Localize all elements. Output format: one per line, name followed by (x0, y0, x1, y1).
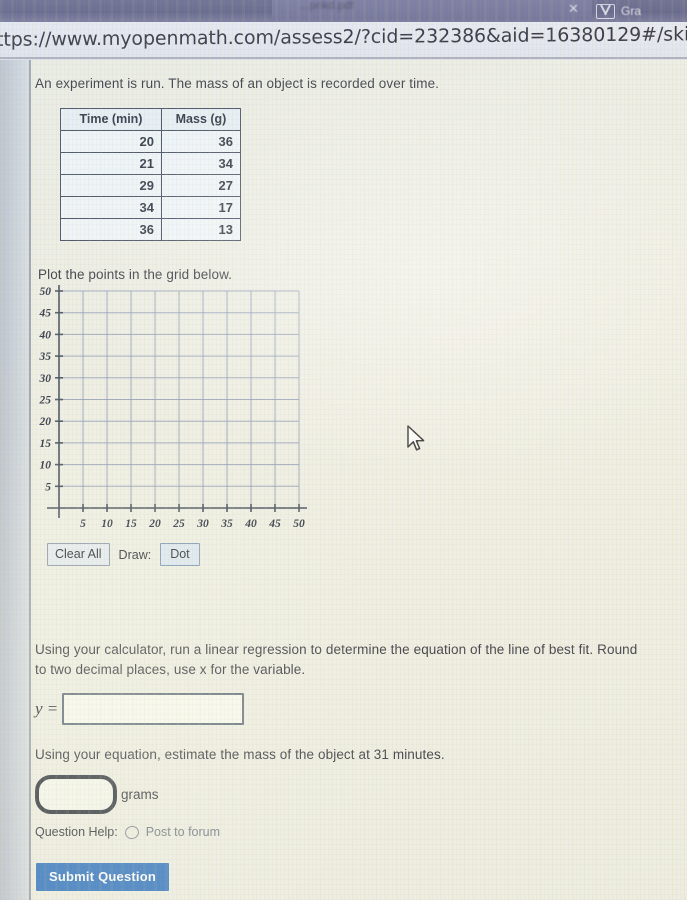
cell-mass: 34 (161, 152, 241, 175)
plot-controls: Clear All Draw: Dot (47, 543, 200, 566)
equation-answer-row: y = (35, 693, 245, 725)
svg-text:25: 25 (39, 395, 52, 407)
plot-grid-svg[interactable]: 5 10 15 20 25 30 35 40 45 50 5 10 15 20 25 30 35 40 45 50 (35, 280, 325, 545)
cell-mass: 13 (161, 218, 241, 241)
cell-time: 34 (60, 196, 162, 219)
svg-text:20: 20 (39, 416, 52, 428)
table-header-row: Time (min) Mass (g) (60, 108, 241, 131)
address-bar[interactable]: ttps://www.myopenmath.com/assess2/?cid=2… (0, 22, 687, 60)
browser-tab-gmail-label: Gra (621, 4, 642, 18)
svg-text:30: 30 (39, 373, 52, 385)
speech-bubble-icon (123, 823, 141, 841)
table-row: 21 34 (60, 152, 241, 175)
svg-text:50: 50 (293, 518, 305, 530)
gmail-icon (596, 3, 615, 19)
table-row: 29 27 (60, 174, 241, 197)
table-row: 34 17 (60, 196, 241, 219)
address-bar-url: ttps://www.myopenmath.com/assess2/?cid=2… (0, 23, 687, 51)
estimate-prompt: Using your equation, estimate the mass o… (35, 747, 445, 762)
data-table: Time (min) Mass (g) 20 36 21 34 29 27 34… (60, 108, 241, 241)
screenshot-root: ...prikd.pdf ✕ Gra ttps://www.myopenmath… (0, 0, 687, 900)
table-row: 36 13 (60, 218, 241, 241)
cell-mass: 27 (161, 174, 241, 197)
table-header-mass: Mass (g) (161, 108, 241, 131)
svg-text:45: 45 (268, 518, 281, 530)
table-row: 20 36 (60, 130, 241, 153)
equation-label: y = (35, 699, 59, 718)
cell-time: 21 (60, 152, 162, 175)
plot-grid[interactable]: 5 10 15 20 25 30 35 40 45 50 5 10 15 20 25 30 35 40 45 50 (35, 280, 325, 545)
question-content: An experiment is run. The mass of an obj… (31, 60, 687, 900)
cell-time: 36 (60, 218, 162, 241)
svg-text:40: 40 (244, 518, 257, 530)
estimate-unit-label: grams (121, 787, 159, 802)
plot-gridlines (59, 290, 300, 508)
page-left-margin (0, 60, 29, 900)
question-help-row: Question Help: Post to forum (35, 823, 220, 841)
svg-text:45: 45 (39, 308, 52, 320)
post-to-forum-link[interactable]: Post to forum (146, 825, 220, 839)
svg-text:35: 35 (220, 518, 233, 530)
table-header-time: Time (min) (60, 108, 162, 131)
browser-tab-title: ...prikd.pdf (300, 0, 354, 12)
svg-text:25: 25 (172, 518, 185, 530)
close-icon[interactable]: ✕ (568, 1, 579, 17)
svg-text:50: 50 (40, 286, 52, 298)
regression-prompt-line2: to two decimal places, use x for the var… (35, 662, 306, 677)
plot-axes (47, 285, 307, 518)
cell-time: 29 (60, 174, 162, 197)
address-bar-divider (0, 57, 687, 59)
cell-mass: 36 (161, 130, 241, 153)
svg-text:5: 5 (80, 518, 86, 530)
regression-prompt-line1: Using your calculator, run a linear regr… (35, 642, 638, 657)
estimate-answer-row: grams (35, 775, 159, 814)
estimate-input[interactable] (35, 775, 117, 814)
page-body: An experiment is run. The mass of an obj… (0, 60, 687, 900)
draw-mode-label: Draw: (118, 547, 152, 562)
svg-text:15: 15 (125, 518, 137, 530)
clear-all-button[interactable]: Clear All (47, 543, 110, 566)
equation-input[interactable] (62, 693, 245, 725)
svg-text:10: 10 (40, 460, 52, 472)
svg-text:35: 35 (39, 351, 52, 363)
plot-tick-labels: 5 10 15 20 25 30 35 40 45 50 5 10 15 20 25 30 35 40 45 50 (39, 286, 306, 530)
svg-text:10: 10 (101, 518, 113, 530)
browser-tab-strip: ...prikd.pdf ✕ Gra (0, 0, 687, 22)
question-help-label: Question Help: (35, 825, 118, 839)
question-stem: An experiment is run. The mass of an obj… (35, 76, 440, 91)
cell-mass: 17 (161, 196, 241, 219)
tab-strip-inner: ...prikd.pdf ✕ Gra (0, 0, 687, 22)
svg-text:20: 20 (148, 518, 161, 530)
svg-text:40: 40 (39, 329, 52, 341)
draw-mode-dot-button[interactable]: Dot (160, 543, 200, 566)
cell-time: 20 (60, 130, 162, 153)
svg-text:5: 5 (45, 481, 51, 493)
svg-text:15: 15 (40, 438, 52, 450)
svg-text:30: 30 (196, 518, 209, 530)
browser-tab-gmail[interactable]: Gra (596, 0, 641, 22)
submit-question-button[interactable]: Submit Question (36, 863, 169, 891)
